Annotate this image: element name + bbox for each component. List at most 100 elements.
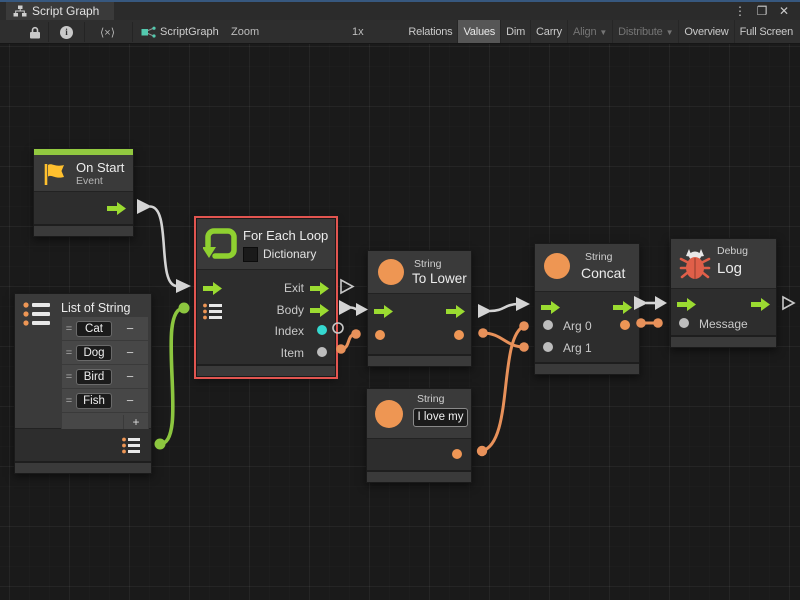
values-button[interactable]: Values (457, 20, 500, 44)
node-category: String (414, 258, 441, 270)
node-footer (367, 470, 471, 482)
drag-handle[interactable]: = (62, 323, 76, 335)
string-type-icon (544, 253, 570, 279)
overview-button[interactable]: Overview (678, 20, 733, 44)
collection-in-port[interactable] (203, 303, 223, 320)
toolbar: ⟨×⟩ ScriptGraph Zoom 1x Relations Values… (0, 20, 800, 44)
dictionary-checkbox[interactable] (243, 247, 258, 262)
flow-in-port[interactable] (541, 301, 560, 314)
node-category: String (417, 393, 444, 405)
string-in-port[interactable] (375, 330, 385, 340)
window-close-button[interactable]: ✕ (776, 3, 792, 20)
list-item-row: = Fish − (62, 389, 148, 413)
toolbar-separator (132, 22, 133, 42)
list-editor: = Cat − = Dog − = Bird − = Fish − + (61, 316, 149, 430)
list-item-row: = Bird − (62, 365, 148, 389)
node-debug-log[interactable]: Debug Log Message (670, 238, 777, 348)
flow-out-port[interactable] (751, 298, 770, 311)
distribute-label: Distribute (618, 26, 662, 38)
drag-handle[interactable]: = (62, 371, 76, 383)
carry-button[interactable]: Carry (530, 20, 567, 44)
remove-item-button[interactable]: − (112, 393, 148, 408)
message-in-port[interactable] (679, 318, 689, 328)
index-port-label: Index (244, 324, 304, 338)
graph-name-label: ScriptGraph (160, 26, 219, 38)
node-concat[interactable]: String Concat Arg 0 Arg 1 (534, 243, 640, 375)
flow-out-port[interactable] (446, 305, 465, 318)
arg1-label: Arg 1 (563, 341, 592, 355)
string-out-port[interactable] (620, 320, 630, 330)
node-footer (671, 335, 776, 347)
node-string-literal[interactable]: String I love my (366, 388, 472, 483)
list-icon (23, 301, 51, 328)
string-type-icon (375, 400, 403, 428)
remove-item-button[interactable]: − (112, 369, 148, 384)
info-icon[interactable] (60, 26, 73, 39)
align-button[interactable]: Align▼ (567, 20, 612, 44)
zoom-value: 1x (352, 26, 364, 38)
flow-in-port[interactable] (203, 282, 222, 295)
message-label: Message (699, 317, 748, 331)
flow-in-port[interactable] (677, 298, 696, 311)
fullscreen-button[interactable]: Full Screen (734, 20, 798, 44)
node-title: For Each Loop (243, 228, 328, 243)
node-title: On Start (76, 160, 124, 175)
string-out-port[interactable] (454, 330, 464, 340)
flow-out-port[interactable] (107, 202, 126, 215)
string-out-port[interactable] (452, 449, 462, 459)
node-for-each-loop[interactable]: For Each Loop Dictionary Exit Body Index… (196, 218, 336, 377)
dim-button[interactable]: Dim (500, 20, 530, 44)
lock-icon[interactable] (29, 26, 41, 39)
flow-out-port[interactable] (613, 301, 632, 314)
tab-title: Script Graph (32, 4, 99, 18)
flow-in-port[interactable] (374, 305, 393, 318)
tab-script-graph[interactable]: Script Graph (6, 2, 114, 20)
list-item-field[interactable]: Fish (76, 393, 112, 409)
node-on-start[interactable]: On Start Event (33, 148, 134, 237)
remove-item-button[interactable]: − (112, 321, 148, 336)
list-item-field[interactable]: Bird (76, 369, 112, 385)
relations-button[interactable]: Relations (403, 20, 457, 44)
item-out-port[interactable] (317, 347, 327, 357)
node-subtitle: Event (76, 175, 103, 187)
node-title: Concat (581, 265, 625, 281)
node-footer (15, 461, 151, 473)
string-value-field[interactable]: I love my (413, 408, 468, 427)
dictionary-label: Dictionary (263, 247, 316, 261)
hierarchy-icon (13, 5, 27, 17)
list-out-port[interactable] (122, 437, 141, 454)
window-menu-button[interactable]: ⋮ (732, 3, 748, 20)
arg1-in-port[interactable] (543, 342, 553, 352)
tab-bar: Script Graph ⋮ ❐ ✕ (0, 0, 800, 20)
remove-item-button[interactable]: − (112, 345, 148, 360)
node-footer (197, 364, 335, 376)
toolbar-buttons: Relations Values Dim Carry Align▼ Distri… (403, 20, 798, 44)
code-view-icon[interactable]: ⟨×⟩ (100, 26, 115, 39)
bug-icon (679, 247, 711, 281)
body-flow-out-port[interactable] (310, 304, 329, 317)
node-list-of-string[interactable]: List of String = Cat − = Dog − = Bird − … (14, 293, 152, 474)
index-out-port[interactable] (317, 325, 327, 335)
dropdown-arrow-icon: ▼ (599, 28, 607, 37)
list-add-row: + (62, 413, 148, 429)
toolbar-separator (48, 22, 49, 42)
node-footer (368, 354, 471, 366)
node-title: To Lower (412, 271, 467, 286)
list-item-row: = Cat − (62, 317, 148, 341)
node-category: Debug (717, 245, 748, 257)
drag-handle[interactable]: = (62, 347, 76, 359)
node-to-lower[interactable]: String To Lower (367, 250, 472, 367)
exit-port-label: Exit (244, 281, 304, 295)
zoom-label: Zoom (231, 26, 259, 38)
list-item-field[interactable]: Dog (76, 345, 112, 361)
list-item-field[interactable]: Cat (76, 321, 112, 337)
node-footer (535, 362, 639, 374)
toolbar-separator (84, 22, 85, 42)
flag-icon (41, 162, 68, 187)
exit-flow-out-port[interactable] (310, 282, 329, 295)
distribute-button[interactable]: Distribute▼ (612, 20, 678, 44)
window-maximize-button[interactable]: ❐ (754, 3, 770, 20)
arg0-in-port[interactable] (543, 320, 553, 330)
arg0-label: Arg 0 (563, 319, 592, 333)
drag-handle[interactable]: = (62, 395, 76, 407)
